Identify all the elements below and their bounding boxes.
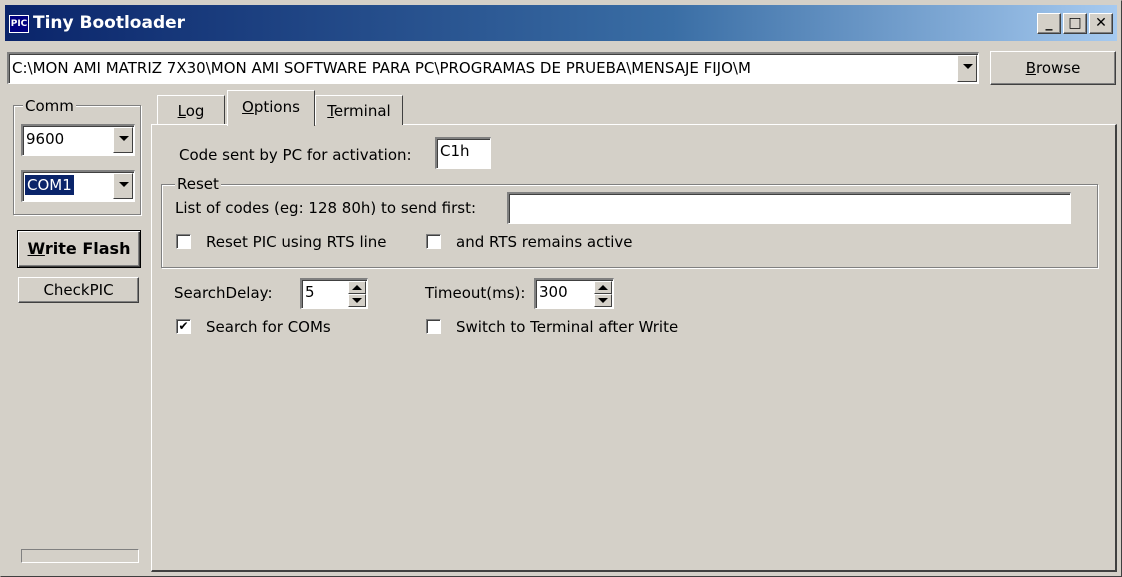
baud-rate-value: 9600 xyxy=(26,130,65,148)
tab-options-hotkey: O xyxy=(242,98,254,116)
switch-terminal-checkbox[interactable] xyxy=(426,319,441,334)
search-delay-label: SearchDelay: xyxy=(174,284,273,302)
tab-terminal-label: erminal xyxy=(333,102,391,120)
browse-label-rest: rowse xyxy=(1035,59,1081,77)
codes-label: List of codes (eg: 128 80h) to send firs… xyxy=(175,199,477,217)
pic-app-icon: PIC xyxy=(9,15,29,33)
write-flash-hotkey: W xyxy=(27,239,45,258)
tab-log-hotkey: L xyxy=(177,102,186,120)
spinner-buttons xyxy=(594,281,612,307)
tab-options[interactable]: Options xyxy=(227,90,315,126)
rts-active-checkbox[interactable] xyxy=(426,234,441,249)
chevron-down-icon[interactable] xyxy=(113,127,133,153)
activation-code-input[interactable]: C1h xyxy=(435,137,491,169)
rts-active-label: and RTS remains active xyxy=(456,233,633,251)
spin-down-icon[interactable] xyxy=(348,294,366,307)
browse-button[interactable]: Browse xyxy=(990,51,1116,85)
search-delay-value: 5 xyxy=(305,283,315,301)
spin-down-icon[interactable] xyxy=(594,294,612,307)
minimize-button[interactable]: _ xyxy=(1037,13,1061,34)
browse-hotkey: B xyxy=(1025,59,1036,77)
tab-terminal[interactable]: Terminal xyxy=(315,95,403,125)
spin-up-icon[interactable] xyxy=(594,281,612,294)
write-flash-label-rest: rite Flash xyxy=(44,239,131,258)
activation-code-label: Code sent by PC for activation: xyxy=(179,146,412,164)
search-coms-label: Search for COMs xyxy=(206,318,331,336)
search-delay-spinner[interactable]: 5 xyxy=(300,278,368,309)
progress-bar xyxy=(21,549,139,563)
search-coms-checkbox[interactable]: ✔ xyxy=(176,319,191,334)
tab-options-label: ptions xyxy=(253,98,300,116)
tab-log[interactable]: Log xyxy=(157,95,225,125)
comm-group-label: Comm xyxy=(23,97,76,115)
baud-rate-select[interactable]: 9600 xyxy=(21,124,135,156)
title-bar[interactable]: PIC Tiny Bootloader _ □ ✕ xyxy=(5,5,1117,41)
com-port-select[interactable]: COM1 xyxy=(21,170,135,202)
tab-log-label: og xyxy=(185,102,205,120)
timeout-spinner[interactable]: 300 xyxy=(534,278,614,309)
write-flash-button[interactable]: Write Flash xyxy=(17,230,141,268)
reset-group-label: Reset xyxy=(175,175,221,193)
maximize-button[interactable]: □ xyxy=(1063,13,1087,34)
tab-terminal-hotkey: T xyxy=(327,102,334,120)
codes-input[interactable] xyxy=(507,192,1071,224)
reset-rts-label: Reset PIC using RTS line xyxy=(206,233,387,251)
timeout-label: Timeout(ms): xyxy=(425,284,526,302)
switch-terminal-label: Switch to Terminal after Write xyxy=(456,318,679,336)
chevron-down-icon[interactable] xyxy=(113,173,133,199)
chevron-down-icon[interactable] xyxy=(957,55,977,82)
spinner-buttons xyxy=(348,281,366,307)
timeout-value: 300 xyxy=(539,283,568,301)
window-title: Tiny Bootloader xyxy=(33,13,186,33)
reset-rts-checkbox[interactable] xyxy=(176,234,191,249)
close-button[interactable]: ✕ xyxy=(1089,13,1113,34)
spin-up-icon[interactable] xyxy=(348,281,366,294)
file-path-combo[interactable]: C:\MON AMI MATRIZ 7X30\MON AMI SOFTWARE … xyxy=(7,52,979,84)
com-port-value: COM1 xyxy=(24,174,75,196)
file-path-value: C:\MON AMI MATRIZ 7X30\MON AMI SOFTWARE … xyxy=(12,59,751,77)
app-window: PIC Tiny Bootloader _ □ ✕ C:\MON AMI MAT… xyxy=(0,0,1122,577)
checkpic-button[interactable]: CheckPIC xyxy=(18,277,139,303)
